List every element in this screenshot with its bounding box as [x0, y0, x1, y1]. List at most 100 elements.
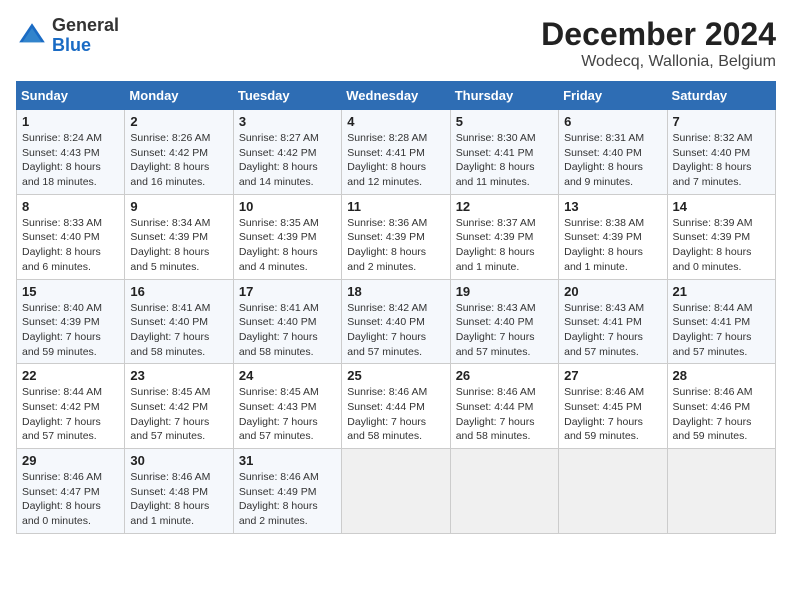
day-detail: Sunrise: 8:33 AMSunset: 4:40 PMDaylight:…	[22, 216, 119, 275]
calendar-cell: 16 Sunrise: 8:41 AMSunset: 4:40 PMDayligh…	[125, 279, 233, 364]
day-number: 16	[130, 284, 227, 299]
day-detail: Sunrise: 8:38 AMSunset: 4:39 PMDaylight:…	[564, 216, 661, 275]
calendar-cell: 10 Sunrise: 8:35 AMSunset: 4:39 PMDayligh…	[233, 194, 341, 279]
day-detail: Sunrise: 8:31 AMSunset: 4:40 PMDaylight:…	[564, 131, 661, 190]
day-detail: Sunrise: 8:28 AMSunset: 4:41 PMDaylight:…	[347, 131, 444, 190]
day-detail: Sunrise: 8:41 AMSunset: 4:40 PMDaylight:…	[239, 301, 336, 360]
calendar-cell: 7Sunrise: 8:32 AMSunset: 4:40 PMDaylight…	[667, 110, 775, 195]
logo-icon	[16, 20, 48, 52]
calendar-cell: 27 Sunrise: 8:46 AMSunset: 4:45 PMDayligh…	[559, 364, 667, 449]
day-detail: Sunrise: 8:44 AMSunset: 4:41 PMDaylight:…	[673, 301, 770, 360]
day-detail: Sunrise: 8:46 AMSunset: 4:44 PMDaylight:…	[456, 385, 553, 444]
day-number: 22	[22, 368, 119, 383]
calendar-cell	[342, 449, 450, 534]
calendar-cell: 2 Sunrise: 8:26 AMSunset: 4:42 PMDaylight…	[125, 110, 233, 195]
logo: General Blue	[16, 16, 119, 56]
day-number: 19	[456, 284, 553, 299]
day-detail: Sunrise: 8:46 AMSunset: 4:45 PMDaylight:…	[564, 385, 661, 444]
day-number: 17	[239, 284, 336, 299]
day-number: 21	[673, 284, 770, 299]
calendar-cell: 31 Sunrise: 8:46 AMSunset: 4:49 PMDayligh…	[233, 449, 341, 534]
calendar-cell: 24 Sunrise: 8:45 AMSunset: 4:43 PMDayligh…	[233, 364, 341, 449]
calendar-cell: 12 Sunrise: 8:37 AMSunset: 4:39 PMDayligh…	[450, 194, 558, 279]
page-subtitle: Wodecq, Wallonia, Belgium	[541, 53, 776, 71]
day-number: 20	[564, 284, 661, 299]
day-detail: Sunrise: 8:30 AMSunset: 4:41 PMDaylight:…	[456, 131, 553, 190]
day-number: 15	[22, 284, 119, 299]
day-number: 6	[564, 114, 661, 129]
calendar-cell: 3 Sunrise: 8:27 AMSunset: 4:42 PMDaylight…	[233, 110, 341, 195]
day-number: 9	[130, 199, 227, 214]
calendar-cell: 11Sunrise: 8:36 AMSunset: 4:39 PMDayligh…	[342, 194, 450, 279]
day-number: 23	[130, 368, 227, 383]
day-number: 27	[564, 368, 661, 383]
header-saturday: Saturday	[667, 82, 775, 110]
day-number: 5	[456, 114, 553, 129]
header-tuesday: Tuesday	[233, 82, 341, 110]
header-friday: Friday	[559, 82, 667, 110]
calendar-cell	[450, 449, 558, 534]
day-detail: Sunrise: 8:46 AMSunset: 4:48 PMDaylight:…	[130, 470, 227, 529]
calendar-cell: 30 Sunrise: 8:46 AMSunset: 4:48 PMDayligh…	[125, 449, 233, 534]
day-detail: Sunrise: 8:39 AMSunset: 4:39 PMDaylight:…	[673, 216, 770, 275]
calendar-cell: 6 Sunrise: 8:31 AMSunset: 4:40 PMDaylight…	[559, 110, 667, 195]
calendar-cell	[667, 449, 775, 534]
calendar-cell: 9 Sunrise: 8:34 AMSunset: 4:39 PMDaylight…	[125, 194, 233, 279]
calendar-cell: 18 Sunrise: 8:42 AMSunset: 4:40 PMDayligh…	[342, 279, 450, 364]
calendar-cell: 13Sunrise: 8:38 AMSunset: 4:39 PMDayligh…	[559, 194, 667, 279]
calendar-cell: 21 Sunrise: 8:44 AMSunset: 4:41 PMDayligh…	[667, 279, 775, 364]
day-detail: Sunrise: 8:45 AMSunset: 4:42 PMDaylight:…	[130, 385, 227, 444]
day-number: 8	[22, 199, 119, 214]
day-detail: Sunrise: 8:46 AMSunset: 4:46 PMDaylight:…	[673, 385, 770, 444]
calendar-cell: 14 Sunrise: 8:39 AMSunset: 4:39 PMDayligh…	[667, 194, 775, 279]
calendar-cell: 22 Sunrise: 8:44 AMSunset: 4:42 PMDayligh…	[17, 364, 125, 449]
day-detail: Sunrise: 8:44 AMSunset: 4:42 PMDaylight:…	[22, 385, 119, 444]
calendar-week-row: 1Sunrise: 8:24 AMSunset: 4:43 PMDaylight…	[17, 110, 776, 195]
calendar-cell: 8 Sunrise: 8:33 AMSunset: 4:40 PMDaylight…	[17, 194, 125, 279]
day-detail: Sunrise: 8:27 AMSunset: 4:42 PMDaylight:…	[239, 131, 336, 190]
logo-blue: Blue	[52, 35, 91, 55]
page-title: December 2024	[541, 16, 776, 53]
day-detail: Sunrise: 8:35 AMSunset: 4:39 PMDaylight:…	[239, 216, 336, 275]
day-number: 3	[239, 114, 336, 129]
day-number: 7	[673, 114, 770, 129]
calendar-table: SundayMondayTuesdayWednesdayThursdayFrid…	[16, 81, 776, 534]
calendar-cell: 29Sunrise: 8:46 AMSunset: 4:47 PMDayligh…	[17, 449, 125, 534]
day-detail: Sunrise: 8:34 AMSunset: 4:39 PMDaylight:…	[130, 216, 227, 275]
calendar-week-row: 8 Sunrise: 8:33 AMSunset: 4:40 PMDaylight…	[17, 194, 776, 279]
day-number: 24	[239, 368, 336, 383]
day-detail: Sunrise: 8:46 AMSunset: 4:49 PMDaylight:…	[239, 470, 336, 529]
calendar-cell: 23 Sunrise: 8:45 AMSunset: 4:42 PMDayligh…	[125, 364, 233, 449]
calendar-week-row: 15 Sunrise: 8:40 AMSunset: 4:39 PMDayligh…	[17, 279, 776, 364]
day-detail: Sunrise: 8:26 AMSunset: 4:42 PMDaylight:…	[130, 131, 227, 190]
logo-text: General Blue	[52, 16, 119, 56]
day-detail: Sunrise: 8:43 AMSunset: 4:41 PMDaylight:…	[564, 301, 661, 360]
day-number: 12	[456, 199, 553, 214]
day-detail: Sunrise: 8:45 AMSunset: 4:43 PMDaylight:…	[239, 385, 336, 444]
title-block: December 2024 Wodecq, Wallonia, Belgium	[541, 16, 776, 71]
day-number: 1	[22, 114, 119, 129]
day-number: 18	[347, 284, 444, 299]
day-number: 30	[130, 453, 227, 468]
day-number: 28	[673, 368, 770, 383]
day-detail: Sunrise: 8:37 AMSunset: 4:39 PMDaylight:…	[456, 216, 553, 275]
calendar-cell: 1Sunrise: 8:24 AMSunset: 4:43 PMDaylight…	[17, 110, 125, 195]
day-detail: Sunrise: 8:41 AMSunset: 4:40 PMDaylight:…	[130, 301, 227, 360]
calendar-cell: 25Sunrise: 8:46 AMSunset: 4:44 PMDayligh…	[342, 364, 450, 449]
day-number: 31	[239, 453, 336, 468]
calendar-cell: 4Sunrise: 8:28 AMSunset: 4:41 PMDaylight…	[342, 110, 450, 195]
day-detail: Sunrise: 8:42 AMSunset: 4:40 PMDaylight:…	[347, 301, 444, 360]
calendar-cell: 17 Sunrise: 8:41 AMSunset: 4:40 PMDayligh…	[233, 279, 341, 364]
day-detail: Sunrise: 8:46 AMSunset: 4:44 PMDaylight:…	[347, 385, 444, 444]
day-detail: Sunrise: 8:40 AMSunset: 4:39 PMDaylight:…	[22, 301, 119, 360]
day-number: 26	[456, 368, 553, 383]
day-number: 10	[239, 199, 336, 214]
calendar-cell: 5 Sunrise: 8:30 AMSunset: 4:41 PMDaylight…	[450, 110, 558, 195]
day-number: 29	[22, 453, 119, 468]
day-number: 14	[673, 199, 770, 214]
page-header: General Blue December 2024 Wodecq, Wallo…	[16, 16, 776, 71]
logo-general: General	[52, 15, 119, 35]
day-number: 2	[130, 114, 227, 129]
calendar-cell: 19Sunrise: 8:43 AMSunset: 4:40 PMDayligh…	[450, 279, 558, 364]
header-thursday: Thursday	[450, 82, 558, 110]
